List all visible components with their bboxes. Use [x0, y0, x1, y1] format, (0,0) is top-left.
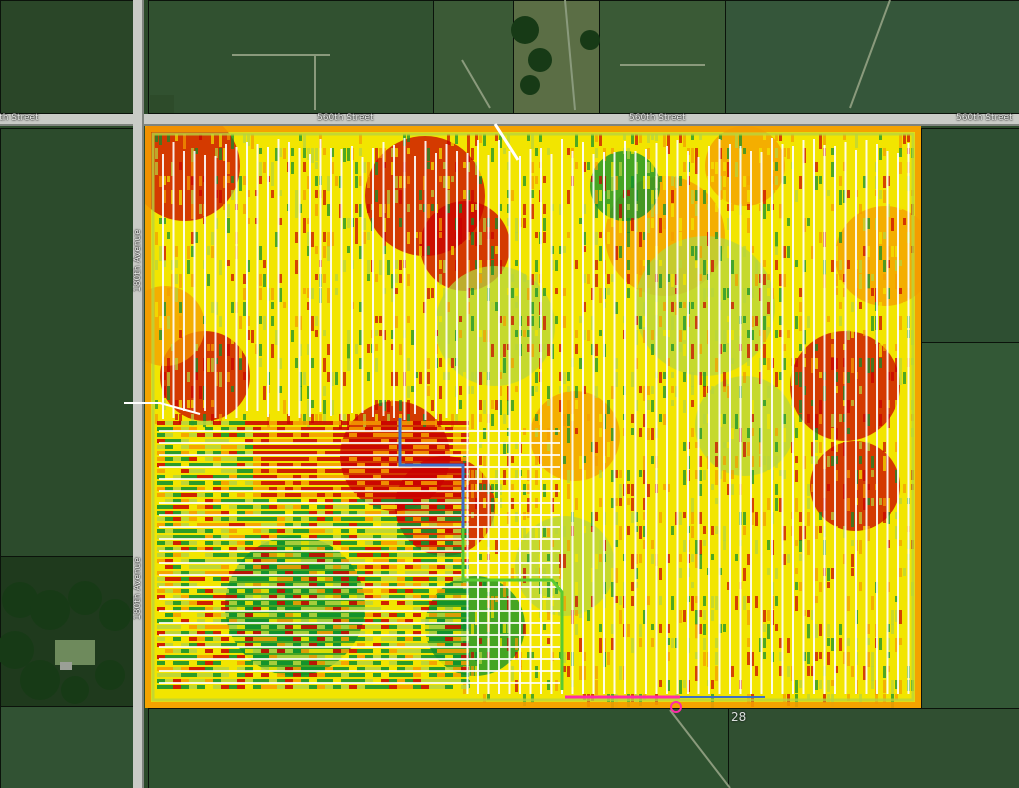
- road-label: 560th Street: [0, 113, 39, 123]
- aerial-map[interactable]: 560th Street 560th Street 560th Street 5…: [0, 0, 1019, 788]
- yield-map-field[interactable]: [145, 126, 921, 708]
- road-label: 180th Avenue: [133, 557, 143, 620]
- section-number: 28: [731, 710, 747, 724]
- yield-heatmap: [145, 126, 921, 708]
- road-label: 180th Avenue: [133, 229, 143, 292]
- road-180th-avenue-edge: [142, 0, 144, 788]
- road-560th-street: [0, 114, 1019, 124]
- road-180th-avenue: [133, 0, 142, 788]
- road-label: 560th Street: [317, 113, 374, 123]
- road-label: 560th Street: [956, 113, 1013, 123]
- road-label: 560th Street: [629, 113, 686, 123]
